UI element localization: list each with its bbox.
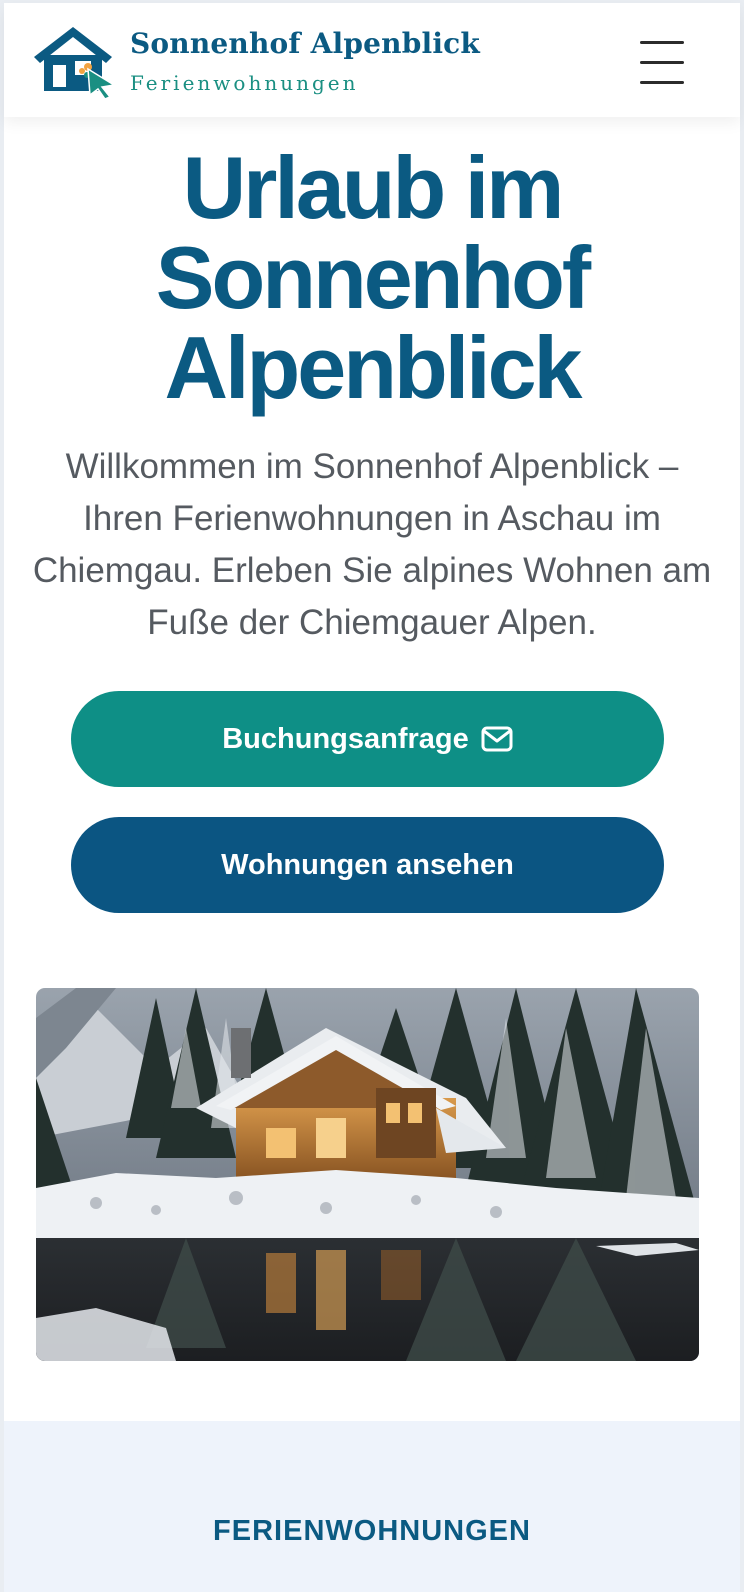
brand-subtitle: Ferienwohnungen bbox=[130, 71, 359, 95]
menu-bar-bottom bbox=[640, 81, 684, 84]
booking-request-label: Buchungsanfrage bbox=[222, 722, 469, 755]
section-heading: FERIENWOHNUNGEN bbox=[213, 1515, 531, 1547]
view-apartments-button[interactable]: Wohnungen ansehen bbox=[71, 817, 664, 913]
hero-title-line-1: Urlaub im bbox=[182, 138, 565, 237]
hero-title-line-3: Alpenblick bbox=[164, 318, 583, 417]
view-apartments-label: Wohnungen ansehen bbox=[221, 848, 514, 881]
mail-icon bbox=[481, 726, 513, 752]
snowy-cabin-illustration bbox=[36, 988, 699, 1361]
hero-title: Urlaub im Sonnenhof Alpenblick bbox=[4, 143, 740, 413]
hamburger-menu-button[interactable] bbox=[630, 33, 690, 84]
menu-bar-top bbox=[640, 41, 684, 44]
site-header: Sonnenhof Alpenblick Ferienwohnungen bbox=[4, 3, 740, 117]
booking-request-button[interactable]: Buchungsanfrage bbox=[71, 691, 664, 787]
house-cursor-icon bbox=[34, 27, 116, 99]
hero-title-line-2: Sonnenhof bbox=[155, 228, 591, 327]
menu-bar-middle bbox=[640, 61, 684, 64]
hero-description: Willkommen im Sonnenhof Alpenblick – Ihr… bbox=[32, 447, 712, 642]
page: Sonnenhof Alpenblick Ferienwohnungen Url… bbox=[0, 0, 744, 1592]
cabin-photo bbox=[36, 988, 699, 1361]
brand-name: Sonnenhof Alpenblick bbox=[130, 27, 481, 60]
apartments-section bbox=[4, 1421, 740, 1592]
